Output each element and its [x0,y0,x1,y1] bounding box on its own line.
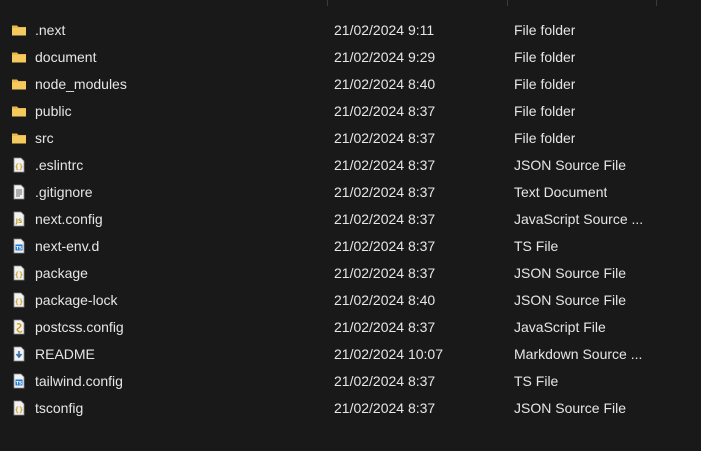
file-row[interactable]: TS tailwind.config 21/02/2024 8:37 TS File [0,368,701,395]
file-type: File folder [514,130,576,146]
file-date-modified: 21/02/2024 8:37 [334,373,436,389]
json-file-icon: {} [11,157,27,173]
file-row[interactable]: .gitignore 21/02/2024 8:37 Text Document [0,179,701,206]
file-list: .next 21/02/2024 9:11 File folder document… [0,17,701,422]
file-name: public [35,103,72,119]
file-name: README [35,346,95,362]
column-divider-name[interactable] [327,0,328,6]
file-row[interactable]: {} tsconfig 21/02/2024 8:37 JSON Source Fil… [0,395,701,422]
svg-text:TS: TS [16,381,22,387]
file-name: postcss.config [35,319,124,335]
file-date-modified: 21/02/2024 8:37 [334,184,436,200]
file-row[interactable]: {} package 21/02/2024 8:37 JSON Source File [0,260,701,287]
file-name: tailwind.config [35,373,123,389]
file-name: document [35,49,97,65]
svg-text:{}: {} [15,406,23,414]
file-type: TS File [514,373,559,389]
folder-icon [11,103,27,119]
svg-text:{}: {} [15,163,23,171]
file-type: JavaScript File [514,319,606,335]
file-row[interactable]: document 21/02/2024 9:29 File folder [0,44,701,71]
svg-text:JS: JS [15,218,23,225]
ts-file-icon: TS [11,373,27,389]
file-row[interactable]: README 21/02/2024 10:07 Markdown Source ..… [0,341,701,368]
ts-file-icon: TS [11,238,27,254]
file-row[interactable]: {} .eslintrc 21/02/2024 8:37 JSON Source Fi… [0,152,701,179]
file-date-modified: 21/02/2024 8:37 [334,265,436,281]
file-type: File folder [514,76,576,92]
file-date-modified: 21/02/2024 10:07 [334,346,443,362]
file-date-modified: 21/02/2024 9:29 [334,49,436,65]
file-name: node_modules [35,76,127,92]
file-name: package-lock [35,292,118,308]
json-file-icon: {} [11,292,27,308]
file-name: .gitignore [35,184,93,200]
svg-text:{}: {} [15,298,23,306]
file-date-modified: 21/02/2024 8:37 [334,238,436,254]
js-script-file-icon [11,319,27,335]
file-row[interactable]: public 21/02/2024 8:37 File folder [0,98,701,125]
file-date-modified: 21/02/2024 8:37 [334,157,436,173]
svg-text:TS: TS [16,246,22,252]
column-divider-type[interactable] [656,0,657,6]
file-name: tsconfig [35,400,84,416]
file-name: next.config [35,211,103,227]
file-date-modified: 21/02/2024 9:11 [334,22,435,38]
file-type: JSON Source File [514,265,627,281]
folder-icon [11,130,27,146]
markdown-file-icon [11,346,27,362]
file-date-modified: 21/02/2024 8:37 [334,211,436,227]
file-type: JSON Source File [514,400,627,416]
file-date-modified: 21/02/2024 8:40 [334,292,436,308]
folder-icon [11,76,27,92]
json-file-icon: {} [11,400,27,416]
file-type: Text Document [514,184,608,200]
file-type: File folder [514,103,576,119]
file-row[interactable]: src 21/02/2024 8:37 File folder [0,125,701,152]
folder-icon [11,22,27,38]
file-type: Markdown Source ... [514,346,643,362]
file-date-modified: 21/02/2024 8:37 [334,319,436,335]
file-name: .eslintrc [35,157,84,173]
file-type: TS File [514,238,559,254]
file-row[interactable]: node_modules 21/02/2024 8:40 File folder [0,71,701,98]
file-date-modified: 21/02/2024 8:37 [334,400,436,416]
file-row[interactable]: .next 21/02/2024 9:11 File folder [0,17,701,44]
text-file-icon [11,184,27,200]
file-name: package [35,265,88,281]
file-row[interactable]: TS next-env.d 21/02/2024 8:37 TS File [0,233,701,260]
file-date-modified: 21/02/2024 8:37 [334,103,436,119]
column-divider-date[interactable] [507,0,508,6]
folder-icon [11,49,27,65]
file-date-modified: 21/02/2024 8:40 [334,76,436,92]
file-name: .next [35,22,66,38]
file-type: JSON Source File [514,157,627,173]
file-date-modified: 21/02/2024 8:37 [334,130,436,146]
file-type: JavaScript Source ... [514,211,644,227]
file-row[interactable]: JS next.config 21/02/2024 8:37 JavaScript S… [0,206,701,233]
svg-text:{}: {} [15,271,23,279]
file-type: JSON Source File [514,292,627,308]
file-row[interactable]: postcss.config 21/02/2024 8:37 JavaScript … [0,314,701,341]
file-type: File folder [514,22,576,38]
file-type: File folder [514,49,576,65]
file-name: next-env.d [35,238,100,254]
js-file-icon: JS [11,211,27,227]
file-name: src [35,130,54,146]
file-row[interactable]: {} package-lock 21/02/2024 8:40 JSON Source… [0,287,701,314]
json-file-icon: {} [11,265,27,281]
